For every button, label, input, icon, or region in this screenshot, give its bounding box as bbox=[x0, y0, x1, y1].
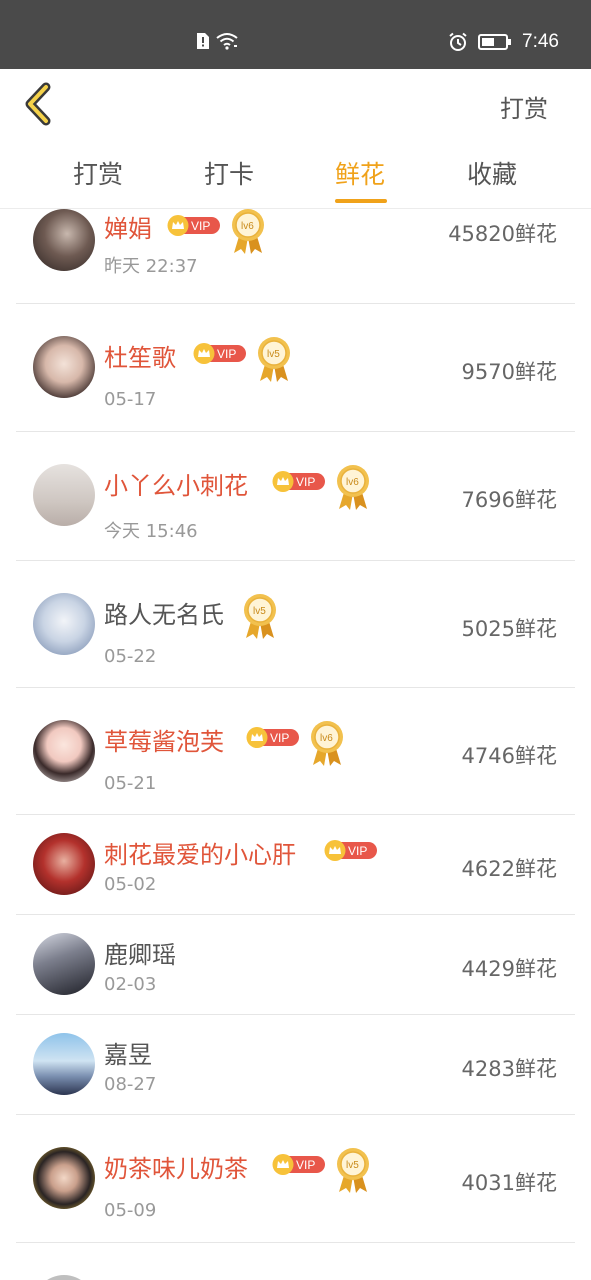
vip-badge-icon: VIP bbox=[272, 471, 325, 492]
avatar bbox=[33, 464, 95, 526]
avatar bbox=[33, 1275, 95, 1280]
user-name: 嘉昱 bbox=[104, 1041, 152, 1069]
wifi-icon bbox=[216, 33, 238, 50]
timestamp: 昨天 22:37 bbox=[104, 256, 198, 277]
user-name: 鹿卿瑶 bbox=[104, 941, 176, 969]
tab-bar: 打赏 打卡 鲜花 收藏 bbox=[0, 139, 591, 209]
level-badge-icon: lv5 bbox=[244, 594, 276, 639]
flower-count: 4031鲜花 bbox=[461, 1171, 557, 1195]
timestamp: 05-17 bbox=[104, 389, 157, 410]
tab-favorites[interactable]: 收藏 bbox=[467, 155, 517, 191]
svg-text:VIP: VIP bbox=[348, 844, 367, 858]
list-item[interactable]: 嘉昱 08-27 4283鲜花 bbox=[0, 1015, 591, 1115]
avatar bbox=[33, 1033, 95, 1095]
list-item[interactable]: 鹿卿瑶 02-03 4429鲜花 bbox=[0, 915, 591, 1015]
vip-badge-icon: VIP bbox=[193, 343, 246, 364]
timestamp: 02-03 bbox=[104, 974, 157, 995]
avatar bbox=[33, 933, 95, 995]
level-badge-icon: lv5 bbox=[258, 337, 290, 382]
svg-text:lv5: lv5 bbox=[267, 349, 280, 360]
timestamp: 05-22 bbox=[104, 646, 157, 667]
level-badge-icon: lv5 bbox=[337, 1148, 369, 1193]
list-item[interactable] bbox=[0, 1243, 591, 1280]
list-item[interactable]: 小丫么小刺花 VIP lv6 今天 15:46 7696鲜花 bbox=[0, 432, 591, 561]
level-badge-icon: lv6 bbox=[232, 209, 264, 254]
avatar bbox=[33, 720, 95, 782]
flower-count: 5025鲜花 bbox=[461, 617, 557, 641]
svg-text:lv6: lv6 bbox=[346, 477, 359, 488]
user-name: 婵娟 bbox=[104, 215, 152, 243]
status-icons-center bbox=[196, 32, 238, 50]
flower-count: 4283鲜花 bbox=[461, 1057, 557, 1081]
svg-text:lv6: lv6 bbox=[320, 733, 333, 744]
tab-flowers[interactable]: 鲜花 bbox=[335, 155, 385, 191]
list-item[interactable]: 草莓酱泡芙 VIP lv6 05-21 4746鲜花 bbox=[0, 688, 591, 815]
level-badge-icon: lv6 bbox=[311, 721, 343, 766]
timestamp: 05-02 bbox=[104, 874, 157, 895]
avatar bbox=[33, 336, 95, 398]
list-item[interactable]: 刺花最爱的小心肝 VIP 05-02 4622鲜花 bbox=[0, 815, 591, 915]
svg-text:VIP: VIP bbox=[296, 475, 315, 489]
avatar bbox=[33, 209, 95, 271]
timestamp: 05-09 bbox=[104, 1200, 157, 1221]
active-tab-indicator bbox=[335, 199, 387, 203]
svg-text:VIP: VIP bbox=[217, 347, 236, 361]
avatar bbox=[33, 1147, 95, 1209]
flower-ranking-list: 婵娟 VIP lv6 昨天 22:37 45820鲜花 杜笙歌 VIP lv5 … bbox=[0, 209, 591, 1280]
user-name: 草莓酱泡芙 bbox=[104, 728, 224, 756]
status-bar: 7:46 bbox=[0, 0, 591, 69]
tab-reward[interactable]: 打赏 bbox=[73, 155, 123, 191]
user-name: 杜笙歌 bbox=[104, 344, 176, 372]
svg-text:lv5: lv5 bbox=[346, 1160, 359, 1171]
avatar bbox=[33, 833, 95, 895]
app-bar: 打赏 bbox=[0, 69, 591, 139]
svg-text:lv5: lv5 bbox=[253, 606, 266, 617]
timestamp: 今天 15:46 bbox=[104, 521, 198, 542]
flower-count: 4746鲜花 bbox=[461, 744, 557, 768]
flower-count: 4622鲜花 bbox=[461, 857, 557, 881]
level-badge-icon: lv6 bbox=[337, 465, 369, 510]
chevron-left-icon bbox=[25, 82, 51, 126]
vip-badge-icon: VIP bbox=[246, 727, 299, 748]
svg-text:lv6: lv6 bbox=[241, 221, 254, 232]
status-icons-right: 7:46 bbox=[448, 31, 559, 53]
user-name: 路人无名氏 bbox=[104, 601, 224, 629]
battery-icon bbox=[478, 34, 512, 50]
list-item[interactable]: 路人无名氏 lv5 05-22 5025鲜花 bbox=[0, 561, 591, 688]
avatar bbox=[33, 593, 95, 655]
vip-badge-icon: VIP bbox=[272, 1154, 325, 1175]
list-item[interactable]: 奶茶味儿奶茶 VIP lv5 05-09 4031鲜花 bbox=[0, 1115, 591, 1243]
flower-count: 7696鲜花 bbox=[461, 488, 557, 512]
svg-text:VIP: VIP bbox=[270, 731, 289, 745]
timestamp: 05-21 bbox=[104, 773, 157, 794]
flower-count: 9570鲜花 bbox=[461, 360, 557, 384]
vip-badge-icon: VIP bbox=[167, 215, 220, 236]
alarm-icon bbox=[449, 32, 467, 51]
sim-alert-icon bbox=[197, 33, 209, 49]
status-time: 7:46 bbox=[522, 31, 559, 52]
timestamp: 08-27 bbox=[104, 1074, 157, 1095]
flower-count: 45820鲜花 bbox=[448, 222, 557, 246]
tab-checkin[interactable]: 打卡 bbox=[204, 155, 254, 191]
user-name: 奶茶味儿奶茶 bbox=[104, 1155, 248, 1183]
flower-count: 4429鲜花 bbox=[461, 957, 557, 981]
back-button[interactable] bbox=[22, 81, 58, 127]
reward-action-button[interactable]: 打赏 bbox=[500, 89, 548, 124]
list-item[interactable]: 婵娟 VIP lv6 昨天 22:37 45820鲜花 bbox=[0, 209, 591, 304]
user-name: 刺花最爱的小心肝 bbox=[104, 841, 296, 869]
svg-text:VIP: VIP bbox=[191, 219, 210, 233]
list-item[interactable]: 杜笙歌 VIP lv5 05-17 9570鲜花 bbox=[0, 304, 591, 432]
svg-text:VIP: VIP bbox=[296, 1158, 315, 1172]
user-name: 小丫么小刺花 bbox=[104, 472, 248, 500]
vip-badge-icon: VIP bbox=[324, 840, 377, 861]
